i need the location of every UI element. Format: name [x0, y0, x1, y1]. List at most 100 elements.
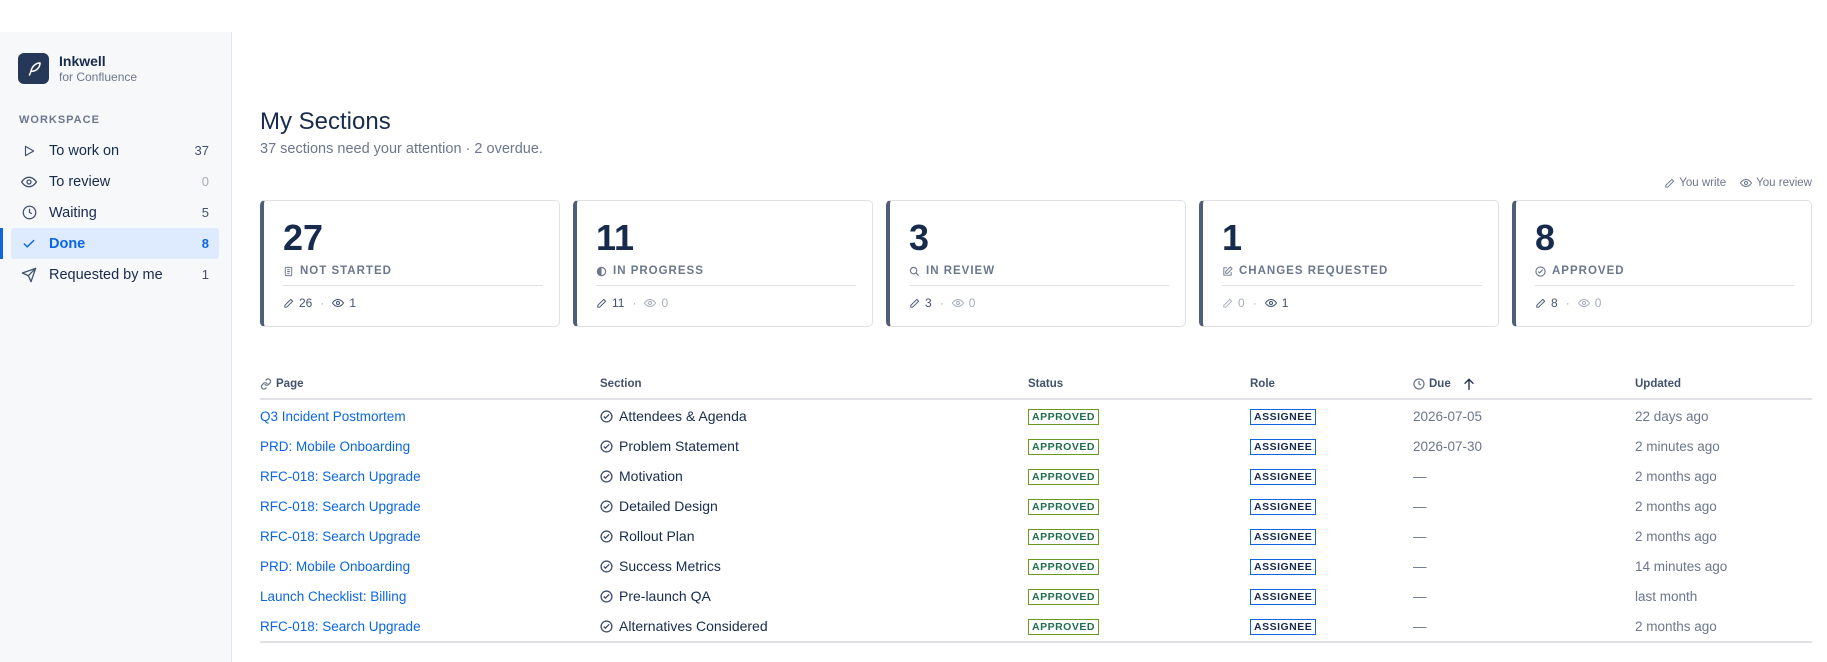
check-circle-icon	[600, 619, 613, 633]
write-count: 3	[925, 296, 932, 310]
sort-ascending-icon[interactable]	[1461, 376, 1477, 392]
section-name: Attendees & Agenda	[619, 408, 747, 424]
column-header-label: Role	[1250, 377, 1275, 390]
sidebar-item-label: Waiting	[49, 204, 97, 221]
eye-icon	[644, 298, 657, 308]
sidebar-item-label: Requested by me	[49, 266, 163, 283]
separator-dot: ·	[939, 296, 944, 310]
eye-icon	[21, 174, 37, 190]
legend: You write You review	[1664, 177, 1812, 189]
card-approved[interactable]: 8 APPROVED 8 · 0	[1512, 200, 1812, 327]
sidebar: Inkwell for Confluence WORKSPACE To work…	[0, 32, 232, 662]
card-divider	[1222, 285, 1482, 286]
column-header-due[interactable]: Due	[1413, 376, 1635, 392]
page-link[interactable]: RFC-018: Search Upgrade	[260, 469, 421, 484]
table-row[interactable]: Launch Checklist: Billing Pre-launch QA …	[260, 581, 1812, 611]
eye-icon	[951, 298, 964, 308]
section-name: Detailed Design	[619, 498, 718, 514]
card-value: 8	[1535, 217, 1556, 258]
check-circle-icon	[1535, 265, 1546, 277]
section-name: Rollout Plan	[619, 528, 695, 544]
review-count: 0	[968, 296, 976, 310]
table-row[interactable]: PRD: Mobile Onboarding Success Metrics A…	[260, 551, 1812, 581]
link-icon	[260, 377, 272, 390]
column-header-page[interactable]: Page	[260, 378, 600, 390]
check-circle-icon	[600, 589, 613, 603]
column-header-updated[interactable]: Updated	[1635, 378, 1812, 390]
check-circle-icon	[600, 529, 613, 543]
card-breakdown: 11 · 0	[596, 296, 668, 310]
card-value: 11	[596, 217, 635, 258]
table-row[interactable]: RFC-018: Search Upgrade Alternatives Con…	[260, 611, 1812, 641]
sections-table: Page Section Status Role Due Updated Q3 …	[260, 369, 1812, 643]
table-row[interactable]: RFC-018: Search Upgrade Motivation APPRO…	[260, 461, 1812, 491]
card-label: IN REVIEW	[909, 265, 995, 277]
eye-icon	[1740, 178, 1753, 188]
card-label: CHANGES REQUESTED	[1222, 265, 1388, 277]
card-divider	[283, 285, 543, 286]
review-count: 0	[1594, 296, 1602, 310]
card-changes-requested[interactable]: 1 CHANGES REQUESTED 0 · 1	[1199, 200, 1499, 327]
card-label: NOT STARTED	[283, 265, 392, 277]
sidebar-item-to-review[interactable]: To review 0	[11, 166, 219, 197]
active-indicator	[0, 228, 3, 259]
column-header-status[interactable]: Status	[1028, 378, 1250, 390]
card-not-started[interactable]: 27 NOT STARTED 26 · 1	[260, 200, 560, 327]
sidebar-item-label: To work on	[49, 142, 120, 159]
role-badge: ASSIGNEE	[1250, 528, 1317, 545]
search-icon	[909, 266, 920, 276]
page-link[interactable]: PRD: Mobile Onboarding	[260, 439, 410, 454]
card-in-progress[interactable]: 11 IN PROGRESS 11 · 0	[573, 200, 873, 327]
page-link[interactable]: Q3 Incident Postmortem	[260, 409, 406, 424]
check-icon	[21, 236, 37, 252]
write-count: 26	[299, 296, 313, 310]
check-circle-icon	[600, 439, 613, 453]
pencil-icon	[1536, 298, 1546, 308]
sidebar-item-waiting[interactable]: Waiting 5	[11, 197, 219, 228]
write-count: 8	[1551, 296, 1558, 310]
edit-box-icon	[1223, 265, 1233, 276]
table-row[interactable]: Q3 Incident Postmortem Attendees & Agend…	[260, 401, 1812, 431]
sidebar-item-requested-by-me[interactable]: Requested by me 1	[11, 259, 219, 290]
sidebar-item-to-work-on[interactable]: To work on 37	[11, 135, 219, 166]
table-row[interactable]: RFC-018: Search Upgrade Rollout Plan APP…	[260, 521, 1812, 551]
role-badge: ASSIGNEE	[1250, 618, 1317, 635]
pencil-icon	[597, 298, 607, 308]
card-in-review[interactable]: 3 IN REVIEW 3 · 0	[886, 200, 1186, 327]
card-label: APPROVED	[1535, 265, 1625, 277]
column-header-section[interactable]: Section	[600, 378, 1028, 390]
page-link[interactable]: Launch Checklist: Billing	[260, 589, 406, 604]
table-header: Page Section Status Role Due Updated	[260, 369, 1812, 400]
table-row[interactable]: RFC-018: Search Upgrade Detailed Design …	[260, 491, 1812, 521]
card-label-text: APPROVED	[1552, 265, 1625, 277]
page-link[interactable]: PRD: Mobile Onboarding	[260, 559, 410, 574]
check-circle-icon	[600, 409, 613, 423]
separator-dot: ·	[320, 296, 325, 310]
status-badge: APPROVED	[1028, 558, 1099, 575]
check-circle-icon	[600, 499, 613, 513]
page-link[interactable]: RFC-018: Search Upgrade	[260, 619, 421, 634]
card-value: 1	[1222, 217, 1243, 258]
sidebar-item-count: 0	[201, 174, 209, 189]
due-date: —	[1413, 498, 1427, 514]
column-header-label: Due	[1429, 377, 1451, 390]
pencil-icon	[1665, 178, 1675, 188]
column-header-label: Updated	[1635, 377, 1681, 390]
column-header-role[interactable]: Role	[1250, 378, 1413, 390]
section-name: Alternatives Considered	[619, 618, 768, 634]
separator-dot: ·	[1252, 296, 1257, 310]
due-date: —	[1413, 558, 1427, 574]
updated-time: 14 minutes ago	[1635, 558, 1728, 574]
due-date: 2026-07-30	[1413, 438, 1483, 454]
brand[interactable]: Inkwell for Confluence	[18, 52, 137, 85]
pencil-icon	[284, 298, 294, 308]
separator-dot: ·	[632, 296, 637, 310]
table-row[interactable]: PRD: Mobile Onboarding Problem Statement…	[260, 431, 1812, 461]
page-link[interactable]: RFC-018: Search Upgrade	[260, 529, 421, 544]
sidebar-item-count: 8	[201, 236, 209, 251]
sidebar-item-done[interactable]: Done 8	[0, 228, 219, 259]
section-name: Success Metrics	[619, 558, 721, 574]
page-link[interactable]: RFC-018: Search Upgrade	[260, 499, 421, 514]
feather-logo-icon	[18, 53, 49, 84]
card-label-text: IN REVIEW	[926, 265, 996, 277]
